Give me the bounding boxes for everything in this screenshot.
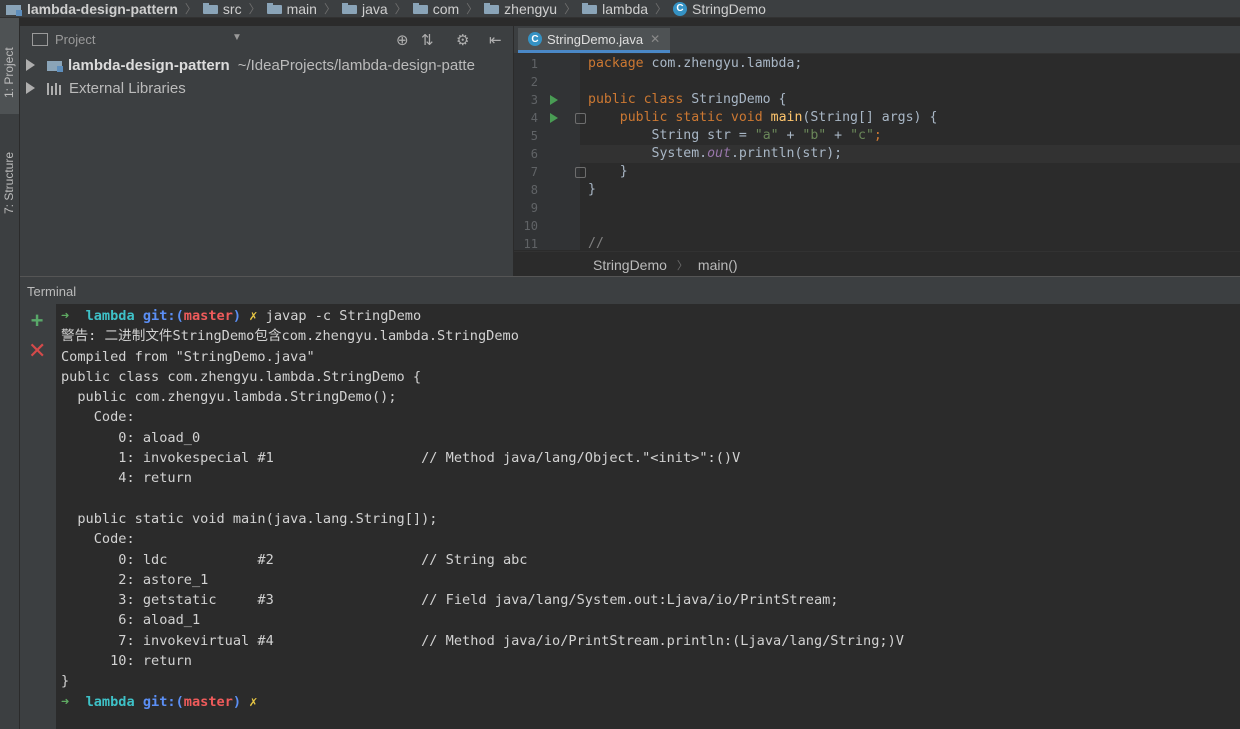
terminal-title: Terminal (27, 283, 77, 299)
collapse-all-icon[interactable]: ⇅ (421, 31, 434, 49)
code-line-1[interactable]: package com.zhengyu.lambda; (588, 56, 802, 71)
code-line-5[interactable]: String str = "a" + "b" + "c"; (588, 128, 882, 143)
line-number: 9 (530, 201, 538, 215)
project-panel-header: Project ▼ (20, 26, 513, 53)
project-view-icon (32, 33, 48, 46)
breadcrumb-item-src[interactable]: src 〉 (197, 0, 261, 17)
line-number: 5 (530, 129, 538, 143)
code-line-6[interactable]: System.out.println(str); (588, 146, 843, 161)
expand-arrow-icon[interactable] (26, 59, 35, 71)
line-number: 6 (530, 147, 538, 161)
editor-crumb-method[interactable]: main() (698, 257, 738, 273)
fold-marker-icon[interactable] (575, 113, 586, 124)
terminal-line: Code: (61, 409, 135, 426)
terminal-line: 3: getstatic #3 // Field java/lang/Syste… (61, 592, 839, 609)
package-icon (582, 3, 598, 14)
project-tool-tab[interactable]: 1: Project (0, 18, 19, 114)
folder-icon (341, 3, 357, 14)
terminal-line: 警告: 二进制文件StringDemo包含com.zhengyu.lambda.… (61, 328, 519, 345)
code-line-11[interactable]: // (588, 236, 604, 251)
line-number: 2 (530, 75, 538, 89)
chevron-down-icon[interactable]: ▼ (232, 32, 242, 43)
terminal-line: 2: astore_1 (61, 571, 209, 588)
line-number: 4 (530, 111, 538, 125)
run-main-icon[interactable] (550, 113, 558, 123)
breadcrumb-item-project[interactable]: lambda-design-pattern 〉 (0, 0, 197, 17)
terminal-toolbar (20, 304, 56, 729)
terminal-line: 0: aload_0 (61, 429, 201, 446)
code-line-7[interactable]: } (588, 164, 628, 179)
class-icon: C (673, 1, 688, 16)
fold-marker-icon[interactable] (575, 167, 586, 178)
editor-breadcrumb: StringDemo 〉 main() (514, 251, 1240, 277)
breadcrumb-item-main[interactable]: main 〉 (261, 0, 336, 17)
terminal-line: public static void main(java.lang.String… (61, 510, 438, 527)
breadcrumb-separator-icon: 〉 (676, 259, 688, 272)
line-number: 10 (523, 219, 538, 233)
package-icon (412, 3, 428, 14)
class-icon: C (528, 32, 542, 46)
breadcrumb-separator-icon: 〉 (248, 2, 261, 16)
module-icon (6, 3, 22, 16)
hide-panel-icon[interactable]: ⇤ (489, 31, 502, 49)
folder-icon (202, 3, 218, 14)
expand-arrow-icon[interactable] (26, 82, 35, 94)
module-icon (47, 59, 63, 72)
terminal-command: javap -c StringDemo (265, 308, 422, 324)
terminal-line: Compiled from "StringDemo.java" (61, 348, 315, 365)
terminal-line: 1: invokespecial #1 // Method java/lang/… (61, 450, 741, 467)
project-panel-title[interactable]: Project (55, 32, 95, 47)
run-class-icon[interactable] (550, 95, 558, 105)
breadcrumb-separator-icon: 〉 (466, 2, 479, 16)
breadcrumb-item-lambda[interactable]: lambda 〉 (576, 0, 667, 17)
terminal-line: 0: ldc #2 // String abc (61, 551, 528, 568)
library-icon (47, 81, 63, 95)
terminal-line: public com.zhengyu.lambda.StringDemo(); (61, 389, 397, 406)
terminal-line: } (61, 673, 70, 690)
terminal-line: 10: return (61, 653, 192, 670)
line-number: 8 (530, 183, 538, 197)
close-tab-icon[interactable]: ✕ (650, 32, 660, 46)
terminal-prompt: ➜ lambda git:(master) ✗ (61, 308, 258, 324)
terminal-line: 7: invokevirtual #4 // Method java/io/Pr… (61, 632, 904, 649)
breadcrumb-item-stringdemo[interactable]: C StringDemo (667, 1, 766, 17)
locate-icon[interactable]: ⊕ (396, 31, 409, 49)
close-session-icon[interactable]: ✕ (28, 340, 46, 362)
terminal-line: public class com.zhengyu.lambda.StringDe… (61, 368, 422, 385)
breadcrumb-item-java[interactable]: java 〉 (336, 0, 407, 17)
code-line-3[interactable]: public class StringDemo { (588, 92, 787, 107)
code-line-4[interactable]: public static void main(String[] args) { (588, 110, 938, 125)
line-number: 3 (530, 93, 538, 107)
editor-crumb-class[interactable]: StringDemo (593, 257, 667, 273)
breadcrumb-separator-icon: 〉 (564, 2, 577, 16)
breadcrumb-separator-icon: 〉 (655, 2, 668, 16)
breadcrumb: lambda-design-pattern 〉 src 〉 main 〉 java 〉 … (0, 0, 1240, 18)
line-number: 11 (523, 237, 538, 251)
breadcrumb-separator-icon: 〉 (323, 2, 336, 16)
tab-stringdemo-java[interactable]: C StringDemo.java ✕ (518, 28, 671, 53)
breadcrumb-separator-icon: 〉 (184, 2, 197, 16)
folder-icon (266, 3, 282, 14)
terminal-line: 4: return (61, 470, 192, 487)
terminal-header: Terminal (20, 276, 1240, 305)
gear-icon[interactable]: ⚙ (456, 31, 469, 49)
terminal-prompt: ➜ lambda git:(master) ✗ (61, 693, 258, 710)
terminal-output[interactable]: ➜ lambda git:(master) ✗ javap -c StringD… (61, 306, 904, 712)
breadcrumb-item-com[interactable]: com 〉 (407, 0, 478, 17)
breadcrumb-separator-icon: 〉 (394, 2, 407, 16)
terminal-line: 6: aload_1 (61, 612, 201, 629)
code-line-8[interactable]: } (588, 182, 596, 197)
package-icon (484, 3, 500, 14)
new-session-icon[interactable]: + (28, 310, 46, 332)
terminal-line: Code: (61, 531, 135, 548)
left-tool-stripe (0, 18, 20, 729)
line-number: 7 (530, 165, 538, 179)
tree-item-external-libraries[interactable]: External Libraries (20, 77, 513, 99)
tree-item-project-root[interactable]: lambda-design-pattern ~/IdeaProjects/lam… (20, 54, 513, 76)
structure-tool-tab[interactable]: 7: Structure (0, 134, 19, 230)
breadcrumb-item-zhengyu[interactable]: zhengyu 〉 (478, 0, 576, 17)
line-number: 1 (530, 57, 538, 71)
